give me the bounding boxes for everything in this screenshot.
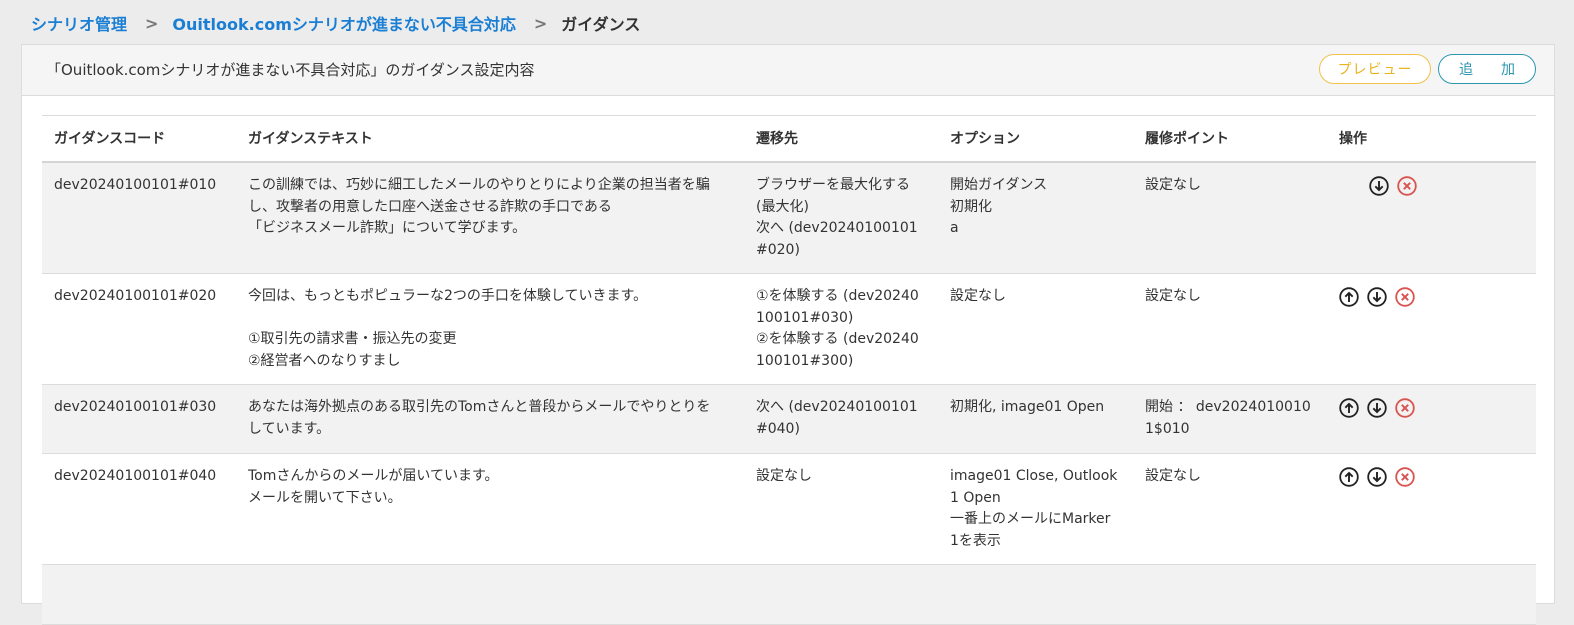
row-dest: 設定なし — [756, 468, 812, 484]
delete-x-circle-icon[interactable] — [1397, 176, 1417, 196]
breadcrumb-current: ガイダンス — [561, 15, 641, 34]
header-dest: 遷移先 — [756, 131, 798, 147]
row-option: 初期化, image01 Open — [950, 399, 1105, 415]
delete-x-circle-icon[interactable] — [1395, 287, 1415, 307]
row-text: この訓練では、巧妙に細工したメールのやりとりにより企業の担当者を騙 し、攻撃者の… — [248, 177, 710, 236]
table-header-row: ガイダンスコード ガイダンステキスト 遷移先 オプション 履修ポイント 操作 — [42, 116, 1536, 163]
row-dest: 次へ (dev20240100101 #040) — [756, 399, 918, 437]
breadcrumb: シナリオ管理 > Ouitlook.comシナリオが進まない不具合対応 > ガイ… — [31, 10, 640, 36]
guidance-table: ガイダンスコード ガイダンステキスト 遷移先 オプション 履修ポイント 操作 d… — [42, 115, 1536, 625]
row-actions — [1339, 398, 1415, 418]
row-dest: ブラウザーを最大化する (最大化) 次へ (dev20240100101 #02… — [756, 177, 918, 258]
header-option: オプション — [950, 131, 1020, 147]
row-code: dev20240100101#020 — [54, 288, 217, 304]
add-button-label-1: 追 — [1459, 62, 1473, 78]
header-text: ガイダンステキスト — [248, 131, 373, 147]
delete-x-circle-icon[interactable] — [1395, 398, 1415, 418]
table-row: dev20240100101#010 この訓練では、巧妙に細工したメールのやりと… — [42, 163, 1536, 274]
row-actions — [1339, 467, 1415, 487]
arrow-up-circle-icon[interactable] — [1339, 398, 1359, 418]
header-point: 履修ポイント — [1145, 131, 1229, 147]
table-row: dev20240100101#040 Tomさんからのメールが届いています。 メ… — [42, 454, 1536, 565]
table-row: dev20240100101#020 今回は、もっともポピュラーな2つの手口を体… — [42, 274, 1536, 385]
add-button[interactable]: 追 加 — [1438, 54, 1536, 84]
breadcrumb-scenario-management[interactable]: シナリオ管理 — [31, 11, 127, 35]
row-point: 設定なし — [1145, 468, 1201, 484]
arrow-up-circle-icon[interactable] — [1339, 467, 1359, 487]
row-text: Tomさんからのメールが届いています。 メールを開いて下さい。 — [248, 468, 499, 506]
row-text: あなたは海外拠点のある取引先のTomさんと普段からメールでやりとりを しています… — [248, 399, 711, 437]
row-text: 今回は、もっともポピュラーな2つの手口を体験していきます。 ①取引先の請求書・振… — [248, 288, 648, 369]
arrow-up-circle-icon[interactable] — [1339, 287, 1359, 307]
row-code: dev20240100101#010 — [54, 177, 217, 193]
delete-x-circle-icon[interactable] — [1395, 467, 1415, 487]
row-point: 開始 ： dev2024010010 1$010 — [1145, 399, 1311, 437]
row-option: 設定なし — [950, 288, 1006, 304]
row-point: 設定なし — [1145, 288, 1201, 304]
panel-header: 「Ouitlook.comシナリオが進まない不具合対応」のガイダンス設定内容 プ… — [22, 45, 1554, 96]
row-point: 設定なし — [1145, 177, 1201, 193]
row-code: dev20240100101#040 — [54, 468, 217, 484]
breadcrumb-scenario[interactable]: Ouitlook.comシナリオが進まない不具合対応 — [172, 11, 515, 35]
arrow-down-circle-icon[interactable] — [1367, 467, 1387, 487]
row-actions — [1369, 176, 1417, 196]
breadcrumb-separator: > — [533, 13, 548, 33]
breadcrumb-separator: > — [145, 13, 159, 33]
panel-title: 「Ouitlook.comシナリオが進まない不具合対応」のガイダンス設定内容 — [46, 61, 535, 79]
table-row — [42, 565, 1536, 625]
guidance-panel: 「Ouitlook.comシナリオが進まない不具合対応」のガイダンス設定内容 プ… — [21, 44, 1555, 625]
preview-button[interactable]: プレビュー — [1319, 54, 1431, 84]
row-code: dev20240100101#030 — [54, 399, 217, 415]
add-button-label-2: 加 — [1501, 62, 1515, 78]
table-row: dev20240100101#030 あなたは海外拠点のある取引先のTomさんと… — [42, 385, 1536, 454]
header-ops: 操作 — [1339, 131, 1367, 147]
arrow-down-circle-icon[interactable] — [1367, 398, 1387, 418]
arrow-down-circle-icon[interactable] — [1367, 287, 1387, 307]
row-option: image01 Close, Outlook 1 Open 一番上のメールにMa… — [950, 468, 1118, 549]
row-actions — [1339, 287, 1415, 307]
row-option: 開始ガイダンス 初期化 a — [950, 177, 1048, 236]
row-dest: ①を体験する (dev20240 100101#030) ②を体験する (dev… — [756, 288, 919, 369]
header-code: ガイダンスコード — [54, 131, 166, 147]
arrow-down-circle-icon[interactable] — [1369, 176, 1389, 196]
